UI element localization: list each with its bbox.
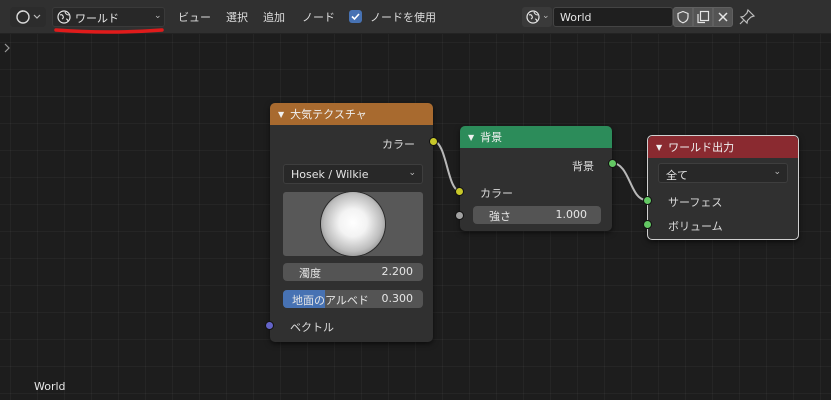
sky-texture-node-header[interactable]: ▼ 大気テクスチャ [270, 103, 433, 125]
checkmark-icon [351, 13, 360, 21]
unlink-button[interactable] [713, 7, 733, 27]
sidebar-expand-arrow[interactable] [2, 41, 12, 55]
background-output-socket[interactable] [608, 159, 617, 168]
menu-node[interactable]: ノード [302, 9, 335, 25]
editor-type-button[interactable] [10, 7, 46, 27]
chevron-right-icon [4, 43, 10, 53]
shield-icon [677, 10, 689, 24]
vector-input-socket[interactable] [265, 321, 274, 330]
chevron-down-icon: ⌄ [773, 167, 781, 177]
sky-texture-node[interactable]: ▼ 大気テクスチャ カラー Hosek / Wilkie ⌄ 濁度 2.200 … [265, 103, 438, 342]
output-target-dropdown[interactable]: 全て ⌄ [658, 163, 788, 183]
pin-button[interactable] [738, 8, 756, 26]
world-browse-button[interactable]: ⌄ [522, 7, 552, 27]
duplicate-icon [697, 10, 710, 24]
strength-value: 1.000 [555, 208, 588, 221]
annotation-underline [54, 28, 164, 34]
background-node-header[interactable]: ▼ 背景 [460, 126, 612, 148]
world-shader-type-dropdown[interactable]: ワールド ⌄ [52, 7, 165, 27]
surface-input-label: サーフェス [668, 196, 723, 209]
world-globe-icon [57, 10, 71, 24]
ground-albedo-label: 地面のアルベド [292, 294, 369, 307]
volume-input-label: ボリューム [668, 220, 723, 233]
background-color-input-socket[interactable] [455, 187, 464, 196]
pin-icon [739, 8, 756, 25]
sky-color-output-label: カラー [382, 138, 415, 151]
sky-preview-sphere [321, 192, 385, 256]
menu-add[interactable]: 追加 [263, 9, 285, 25]
turbidity-slider[interactable]: 濁度 2.200 [283, 263, 423, 281]
background-node-title: 背景 [480, 131, 503, 144]
sky-preview [283, 192, 423, 256]
world-context-label: World [34, 380, 66, 393]
ground-albedo-value: 0.300 [381, 292, 414, 305]
background-output-label: 背景 [572, 160, 594, 173]
turbidity-value: 2.200 [381, 265, 414, 278]
collapse-triangle-icon[interactable]: ▼ [278, 110, 284, 119]
sky-type-value: Hosek / Wilkie [291, 168, 369, 181]
menu-view[interactable]: ビュー [178, 9, 211, 25]
fake-user-button[interactable] [673, 7, 693, 27]
background-node[interactable]: ▼ 背景 背景 カラー 強さ 1.000 [455, 126, 617, 231]
close-icon [718, 12, 728, 22]
sky-type-dropdown[interactable]: Hosek / Wilkie ⌄ [283, 164, 423, 184]
sky-color-output-socket[interactable] [429, 137, 438, 146]
chevron-down-icon: ⌄ [542, 11, 550, 21]
volume-input-socket[interactable] [643, 220, 652, 229]
strength-input-socket[interactable] [455, 211, 464, 220]
collapse-triangle-icon[interactable]: ▼ [468, 133, 474, 142]
output-target-value: 全て [666, 169, 688, 182]
use-nodes-checkbox[interactable] [349, 10, 362, 23]
world-output-node-title: ワールド出力 [668, 141, 735, 154]
collapse-triangle-icon[interactable]: ▼ [656, 143, 662, 152]
strength-slider[interactable]: 強さ 1.000 [473, 206, 601, 224]
vector-input-label: ベクトル [290, 321, 334, 334]
world-dropdown-label: ワールド [75, 12, 119, 25]
world-globe-icon [526, 10, 540, 24]
world-output-node[interactable]: ▼ ワールド出力 全て ⌄ サーフェス ボリューム [643, 135, 799, 240]
background-color-label: カラー [480, 187, 513, 200]
duplicate-button[interactable] [693, 7, 713, 27]
sky-texture-node-title: 大気テクスチャ [290, 108, 367, 121]
node-editor-header: ワールド ⌄ ビュー 選択 追加 ノード ノードを使用 ⌄ World [0, 0, 831, 34]
surface-input-socket[interactable] [643, 196, 652, 205]
strength-label: 強さ [489, 210, 511, 223]
turbidity-label: 濁度 [299, 267, 321, 280]
ground-albedo-slider[interactable]: 地面のアルベド 0.300 [283, 290, 423, 308]
node-editor-icon [16, 10, 41, 24]
world-name-field[interactable]: World [553, 7, 673, 27]
chevron-down-icon: ⌄ [408, 168, 416, 178]
chevron-down-icon: ⌄ [154, 11, 162, 21]
menu-select[interactable]: 選択 [226, 9, 248, 25]
world-output-node-header[interactable]: ▼ ワールド出力 [648, 136, 798, 158]
use-nodes-label[interactable]: ノードを使用 [370, 9, 436, 25]
